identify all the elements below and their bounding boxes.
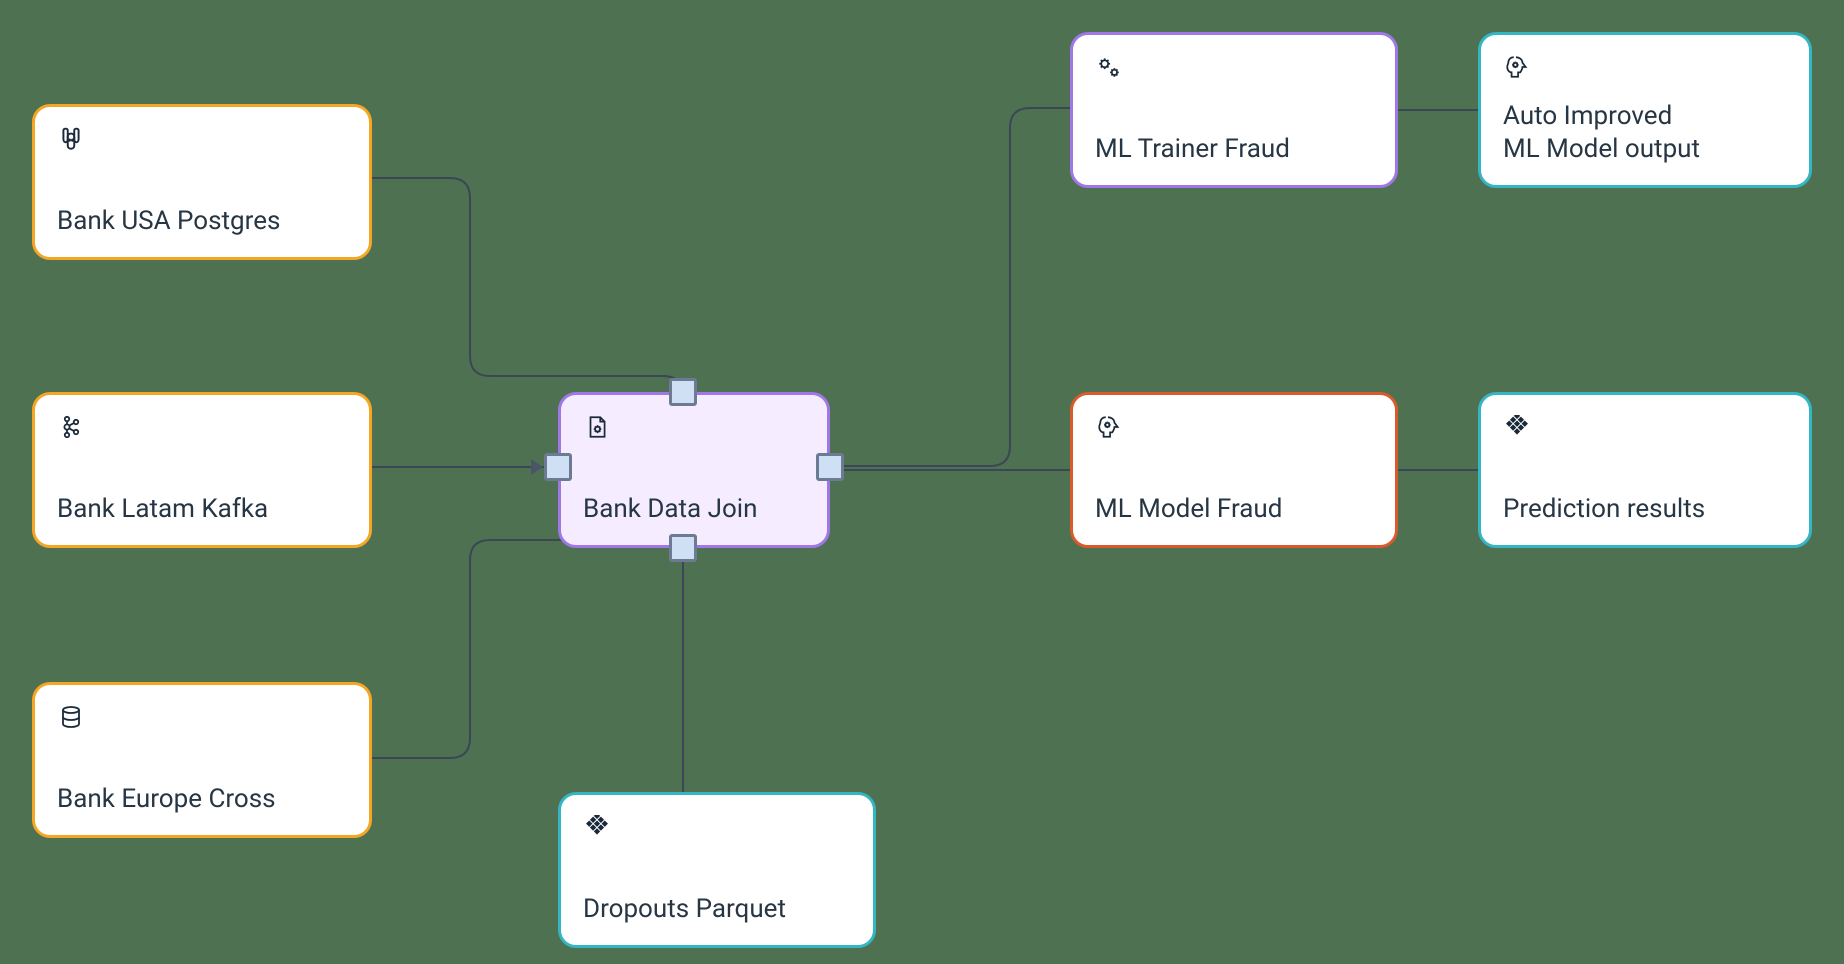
node-handle-bottom[interactable] — [669, 534, 697, 562]
node-dropouts-parquet[interactable]: Dropouts Parquet — [558, 792, 876, 948]
node-label: Dropouts Parquet — [583, 893, 851, 926]
node-label: Prediction results — [1503, 493, 1787, 526]
node-label: ML Trainer Fraud — [1095, 133, 1373, 166]
node-prediction-results[interactable]: Prediction results — [1478, 392, 1812, 548]
node-handle-left[interactable] — [544, 453, 572, 481]
node-bank-usa-postgres[interactable]: Bank USA Postgres — [32, 104, 372, 260]
node-label: Bank USA Postgres — [57, 205, 347, 238]
gears-icon — [1095, 53, 1123, 81]
postgres-icon — [57, 125, 85, 153]
node-ml-trainer-fraud[interactable]: ML Trainer Fraud — [1070, 32, 1398, 188]
node-bank-data-join[interactable]: Bank Data Join — [558, 392, 830, 548]
node-label: Auto Improved ML Model output — [1503, 100, 1787, 165]
node-bank-latam-kafka[interactable]: Bank Latam Kafka — [32, 392, 372, 548]
kafka-icon — [57, 413, 85, 441]
node-ml-model-fraud[interactable]: ML Model Fraud — [1070, 392, 1398, 548]
database-icon — [57, 703, 85, 731]
parquet-icon — [1503, 413, 1531, 441]
node-label: ML Model Fraud — [1095, 493, 1373, 526]
node-bank-europe-cross[interactable]: Bank Europe Cross — [32, 682, 372, 838]
page-gear-icon — [583, 413, 611, 441]
brain-gear-icon — [1503, 53, 1531, 81]
node-label: Bank Latam Kafka — [57, 493, 347, 526]
brain-gear-icon — [1095, 413, 1123, 441]
node-label: Bank Data Join — [583, 493, 805, 526]
node-handle-right[interactable] — [816, 453, 844, 481]
parquet-icon — [583, 813, 611, 841]
node-auto-improved-output[interactable]: Auto Improved ML Model output — [1478, 32, 1812, 188]
arrow-into-join — [531, 459, 543, 475]
diagram-canvas[interactable]: Bank USA Postgres Bank Latam Kafka — [0, 0, 1844, 964]
node-handle-top[interactable] — [669, 378, 697, 406]
node-label: Bank Europe Cross — [57, 783, 347, 816]
